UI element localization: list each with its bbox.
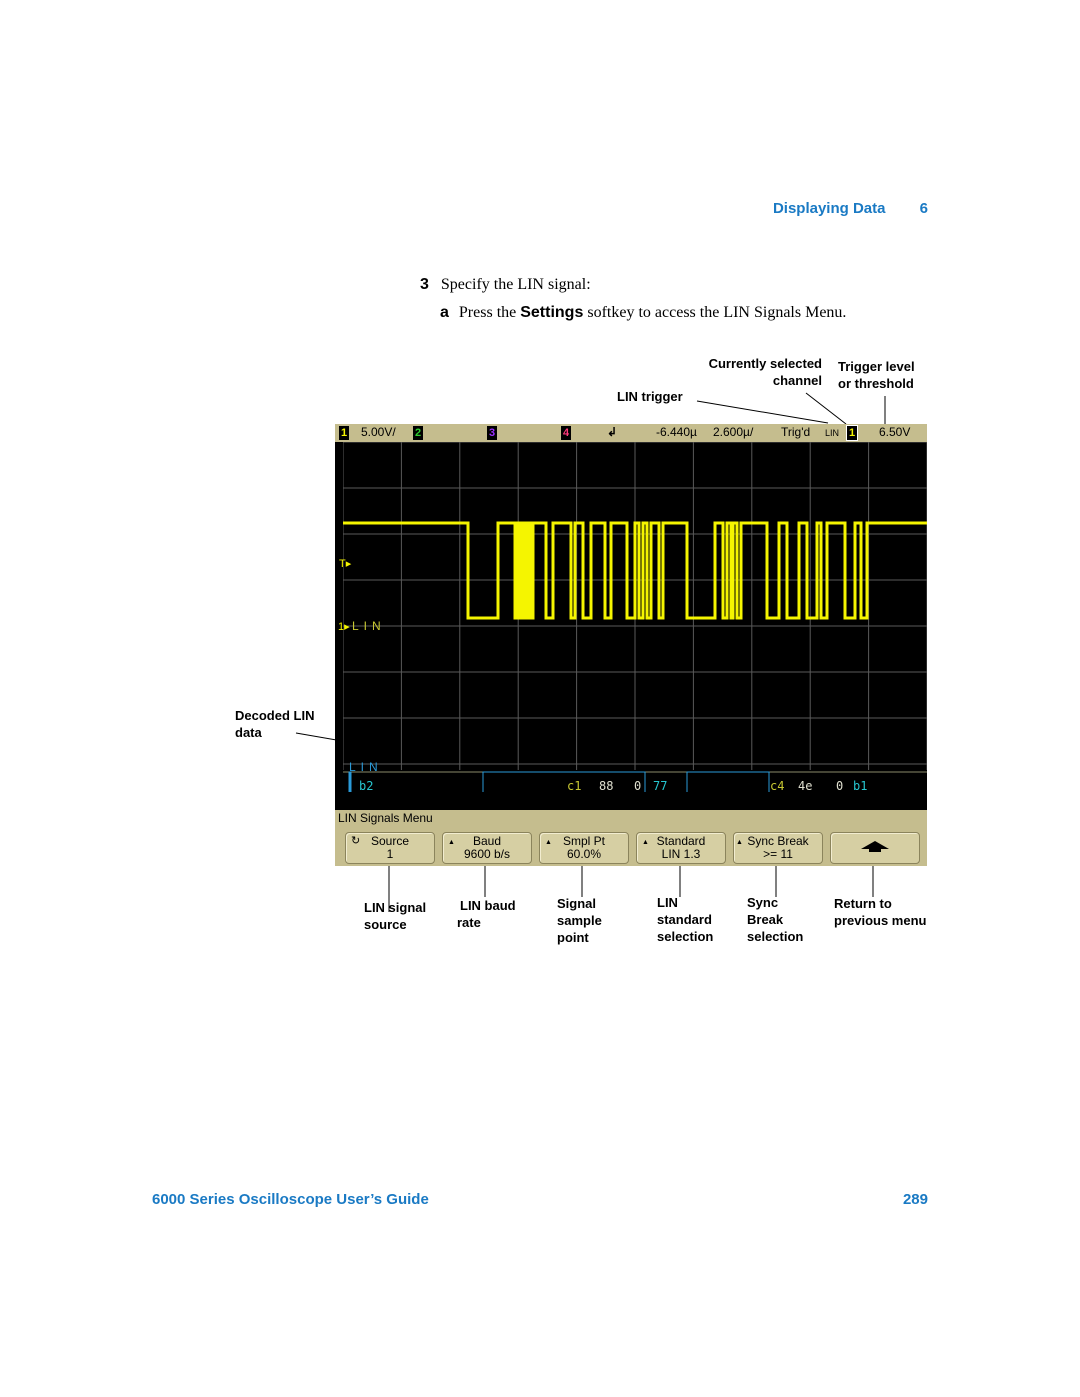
guide-title: 6000 Series Oscilloscope User’s Guide [152, 1191, 429, 1208]
decode-frame-2-data2: 0 [634, 779, 642, 793]
decode-frame-3-data2: 0 [836, 779, 844, 793]
callout-line: sample [557, 913, 602, 928]
channel-3-indicator[interactable]: 3 [487, 426, 497, 440]
callout-sample-point: Signal sample point [557, 895, 602, 946]
timebase-value: 2.600µ/ [713, 425, 754, 439]
decode-frame-2-checksum: 77 [653, 779, 668, 793]
callout-line: previous menu [834, 913, 927, 928]
decode-frame-3-checksum: b1 [853, 779, 868, 793]
decode-frame-2-data: 88 [599, 779, 614, 793]
softkey-sync-break[interactable]: ▲ Sync Break >= 11 [733, 832, 823, 864]
delay-icon: ↲ [607, 425, 618, 439]
lin-signals-menu: LIN Signals Menu ↻ Source 1 ▲ Baud 9600 … [335, 810, 927, 866]
callout-line: source [364, 917, 407, 932]
softkey-baud[interactable]: ▲ Baud 9600 b/s [442, 832, 532, 864]
decode-frame-2-id: c1 [567, 779, 582, 793]
callout-line: rate [457, 915, 481, 930]
rotary-knob-icon: ↻ [351, 835, 361, 847]
triangle-up-icon: ▲ [545, 839, 552, 846]
triangle-up-icon: ▲ [448, 839, 455, 846]
trigger-level: 6.50V [879, 425, 911, 439]
decode-frame-box [482, 771, 646, 792]
page-footer: 6000 Series Oscilloscope User’s Guide 28… [152, 1191, 928, 1208]
callout-line: Break [747, 912, 784, 927]
callout-line: point [557, 930, 589, 945]
callout-baud: LIN baud rate [457, 897, 516, 931]
channel-4-indicator[interactable]: 4 [561, 426, 571, 440]
callout-line: Sync [747, 895, 779, 910]
ground-marker-text: 1 [338, 621, 345, 633]
callout-source: LIN signal source [364, 899, 426, 933]
softkey-value: 9600 b/s [463, 847, 511, 861]
return-arrow-icon [861, 841, 889, 852]
waveform-grid [343, 442, 927, 792]
trigger-channel[interactable]: 1 [846, 425, 858, 441]
softkey-value: LIN 1.3 [661, 847, 701, 861]
status-bar: 1 5.00V/ 2 3 4 ↲ -6.440µ 2.600µ/ Trig'd … [335, 424, 927, 442]
callout-line: LIN [657, 895, 678, 910]
callout-line: selection [747, 929, 804, 944]
softkey-value: 60.0% [566, 847, 602, 861]
callout-standard: LIN standard selection [657, 894, 713, 945]
delay-value: -6.440µ [656, 425, 697, 439]
trigger-state: Trig'd [781, 425, 811, 439]
decode-frame-box [686, 771, 770, 792]
softkey-sample-point[interactable]: ▲ Smpl Pt 60.0% [539, 832, 629, 864]
channel-1-indicator[interactable]: 1 [339, 426, 349, 440]
callout-line: LIN baud [460, 898, 516, 913]
decode-frame-3-id: c4 [770, 779, 785, 793]
softkey-return[interactable] [830, 832, 920, 864]
oscilloscope-display: 1 5.00V/ 2 3 4 ↲ -6.440µ 2.600µ/ Trig'd … [335, 424, 927, 866]
callout-line: standard [657, 912, 712, 927]
ground-marker: 1▸ [338, 621, 350, 633]
callout-line: LIN signal [364, 900, 427, 915]
leader-lin-trigger [696, 400, 829, 424]
channel-2-indicator[interactable]: 2 [413, 426, 423, 440]
trigger-type: LIN [825, 428, 840, 438]
leader-current-channel [805, 392, 847, 425]
lin-waveform-ch1 [343, 521, 927, 620]
decode-frame-box [348, 771, 352, 792]
trigger-marker-text: T [339, 558, 346, 570]
callout-line: Return to [834, 896, 892, 911]
softkey-standard[interactable]: ▲ Standard LIN 1.3 [636, 832, 726, 864]
menu-title: LIN Signals Menu [338, 811, 433, 825]
triangle-up-icon: ▲ [642, 839, 649, 846]
channel-1-scale: 5.00V/ [361, 425, 396, 439]
page-number: 289 [902, 1191, 928, 1208]
callout-sync-break: Sync Break selection [747, 894, 803, 945]
softkey-source[interactable]: ↻ Source 1 [345, 832, 435, 864]
decode-label: LIN [349, 760, 383, 774]
callout-line: Signal [557, 896, 597, 911]
decode-frame-3-data: 4e [798, 779, 813, 793]
decode-frame-1-id: b2 [359, 779, 374, 793]
triangle-up-icon: ▲ [736, 839, 743, 846]
softkey-value: >= 11 [763, 847, 793, 861]
callout-line: selection [657, 929, 714, 944]
softkey-value: 1 [386, 847, 394, 861]
callout-return: Return to previous menu [834, 895, 926, 929]
waveform-label: LIN [352, 619, 386, 633]
trigger-level-marker: T▸ [339, 558, 352, 570]
